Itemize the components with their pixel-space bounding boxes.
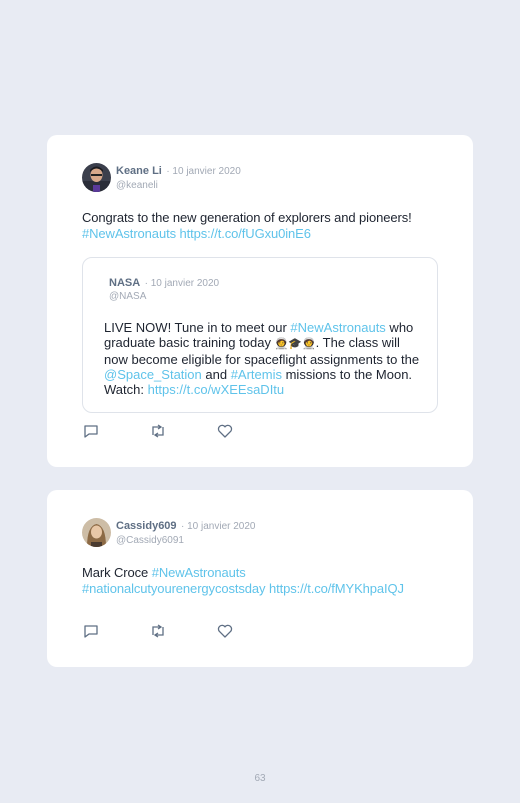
retweet-icon[interactable] xyxy=(149,423,167,439)
quote-date: · 10 janvier 2020 xyxy=(144,278,220,289)
reply-icon[interactable] xyxy=(82,423,100,439)
retweet-icon[interactable] xyxy=(149,623,167,639)
tweet-actions xyxy=(82,623,283,639)
page-number: 63 xyxy=(254,773,266,784)
quote-author-name[interactable]: NASA xyxy=(109,277,140,289)
author-name[interactable]: Keane Li xyxy=(116,165,162,177)
tweet-date: · 10 janvier 2020 xyxy=(166,166,241,177)
hashtag-link[interactable]: #NewAstronauts xyxy=(82,226,176,241)
tweet-date: · 10 janvier 2020 xyxy=(181,521,256,532)
quote-text-part: and xyxy=(201,366,231,382)
tweet-text: Mark Croce #NewAstronauts #nationalcutyo… xyxy=(82,565,452,596)
hashtag-link[interactable]: #nationalcutyourenergycostsday xyxy=(82,581,266,596)
tweet-text: Congrats to the new generation of explor… xyxy=(82,210,442,241)
tweet-header: Keane Li · 10 janvier 2020 @keaneli xyxy=(82,163,241,192)
tweet-body: Congrats to the new generation of explor… xyxy=(82,210,412,225)
url-link[interactable]: https://t.co/fMYKhpaIQJ xyxy=(269,581,404,596)
quote-text: LIVE NOW! Tune in to meet our #NewAstron… xyxy=(104,320,424,397)
quote-text-part: LIVE NOW! Tune in to meet our xyxy=(104,320,291,335)
quoted-tweet[interactable]: NASA · 10 janvier 2020 @NASA LIVE NOW! T… xyxy=(82,257,438,413)
reply-icon[interactable] xyxy=(82,623,100,639)
tweet-body: Mark Croce xyxy=(82,565,152,580)
author-handle[interactable]: @keaneli xyxy=(116,179,241,192)
avatar[interactable] xyxy=(82,518,111,547)
quote-header: NASA · 10 janvier 2020 @NASA xyxy=(109,275,219,303)
like-icon[interactable] xyxy=(216,623,234,639)
quote-author-handle[interactable]: @NASA xyxy=(109,290,219,303)
hashtag-link[interactable]: #Artemis xyxy=(231,367,282,382)
tweet-card: Cassidy609 · 10 janvier 2020 @Cassidy609… xyxy=(47,490,473,667)
hashtag-link[interactable]: #NewAstronauts xyxy=(290,320,385,335)
emoji: 🧑‍🚀🎓🧑‍🚀 xyxy=(274,337,316,351)
url-link[interactable]: https://t.co/wXEEsaDItu xyxy=(148,382,285,397)
tweet-card: Keane Li · 10 janvier 2020 @keaneli Cong… xyxy=(47,135,473,467)
mention-link[interactable]: @Space_Station xyxy=(104,367,202,382)
tweet-actions xyxy=(82,423,283,439)
url-link[interactable]: https://t.co/fUGxu0inE6 xyxy=(180,226,311,241)
author-name[interactable]: Cassidy609 xyxy=(116,520,177,532)
avatar[interactable] xyxy=(82,163,111,192)
tweet-header: Cassidy609 · 10 janvier 2020 @Cassidy609… xyxy=(82,518,256,547)
author-handle[interactable]: @Cassidy6091 xyxy=(116,534,256,547)
hashtag-link[interactable]: #NewAstronauts xyxy=(152,565,246,580)
like-icon[interactable] xyxy=(216,423,234,439)
